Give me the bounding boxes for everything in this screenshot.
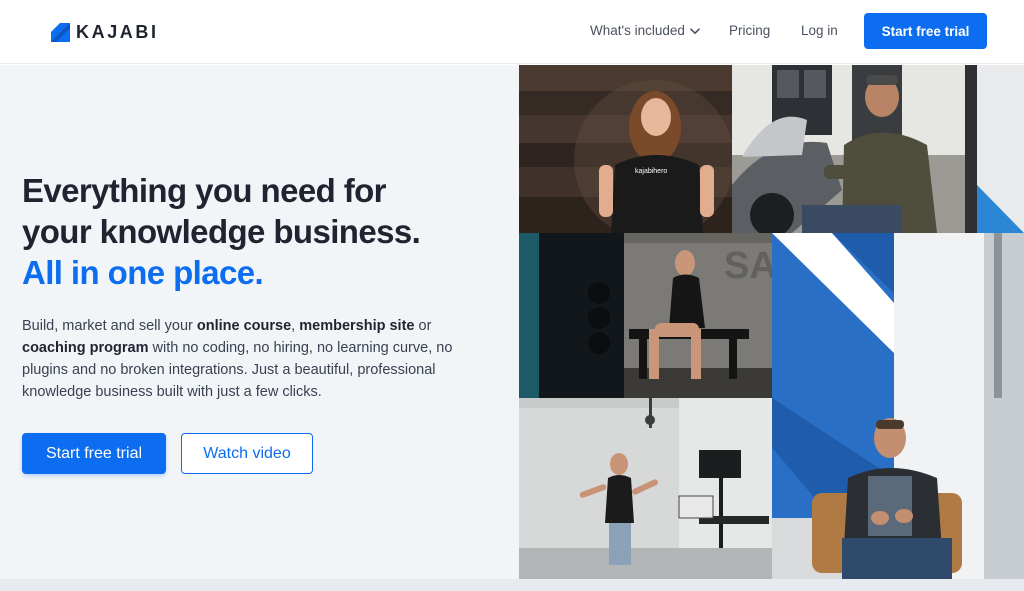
hero-description-bold: membership site [299, 318, 415, 334]
nav-start-free-trial-button[interactable]: Start free trial [864, 13, 987, 49]
hero-headline-line-1: Everything you need for [22, 172, 387, 209]
hero-headline-accent: All in one place. [22, 254, 264, 291]
hero-description-text: or [414, 318, 432, 334]
kajabi-logo[interactable]: KAJABI [51, 21, 159, 43]
hero-headline-line-2: your knowledge business. [22, 213, 421, 250]
photo-woman-wood-wall: kajabihero [519, 65, 732, 233]
photo-woman-studio-camera [519, 398, 772, 579]
logo-wordmark: KAJABI [76, 21, 159, 42]
svg-text:SA: SA [724, 245, 772, 287]
photo-woman-gym: SA [519, 233, 772, 398]
hero-headline: Everything you need for your knowledge b… [22, 170, 502, 293]
hero-description-bold: online course [196, 318, 292, 334]
top-navigation: KAJABI What's included Pricing Log in St… [0, 0, 1024, 64]
hero-description-text: Build, market and sell your [22, 318, 197, 334]
nav-whats-included[interactable]: What's included [590, 22, 700, 40]
photo-edge-white [965, 65, 1024, 233]
chevron-down-icon [690, 27, 700, 34]
photo-man-speaking [772, 398, 1024, 579]
nav-pricing[interactable]: Pricing [729, 22, 770, 40]
hero-photo-collage: kajabihero SA [519, 65, 1024, 579]
hero-description: Build, market and sell your online cours… [22, 315, 492, 403]
hero-description-bold: coaching program [22, 340, 149, 356]
hero-start-free-trial-button[interactable]: Start free trial [22, 433, 166, 474]
photo-man-motorcycle [732, 65, 965, 233]
nav-login[interactable]: Log in [801, 22, 838, 40]
tshirt-print: kajabihero [635, 168, 667, 175]
section-divider [0, 579, 1024, 591]
kajabi-logo-icon [51, 22, 70, 42]
photo-studio-backdrop [772, 233, 1024, 398]
hero-text-panel: Everything you need for your knowledge b… [0, 65, 519, 579]
watch-video-button[interactable]: Watch video [181, 433, 313, 474]
nav-whats-included-label: What's included [590, 23, 685, 38]
